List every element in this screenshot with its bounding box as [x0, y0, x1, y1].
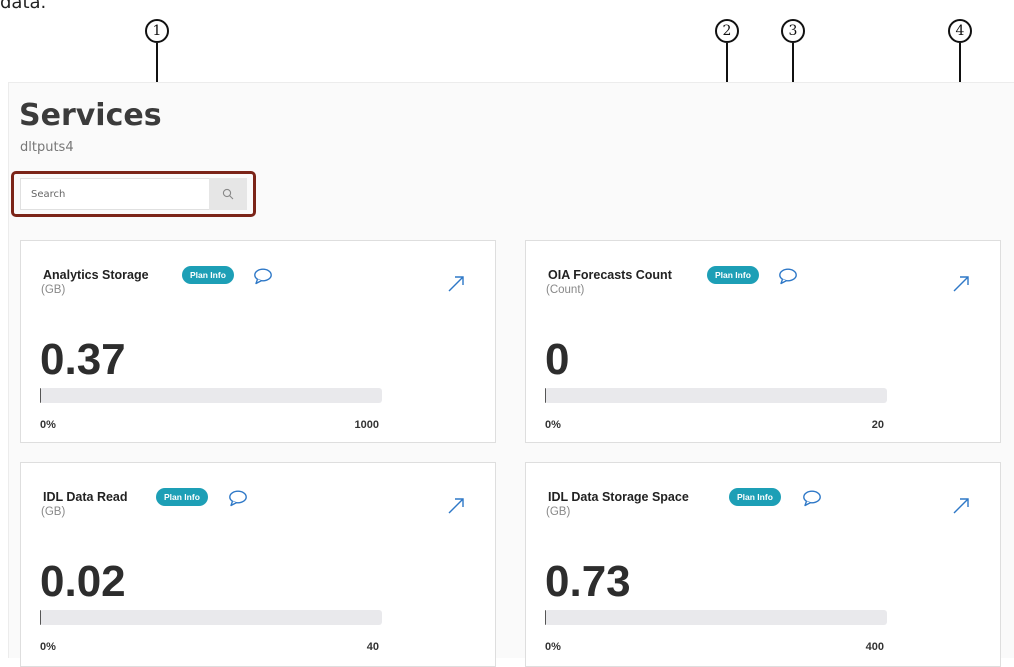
usage-value: 0.73 [545, 557, 631, 606]
card-title: OIA Forecasts Count [548, 268, 672, 282]
comment-icon[interactable] [802, 490, 822, 507]
comment-icon[interactable] [228, 490, 248, 507]
service-card: IDL Data Storage Space Plan Info (GB) 0.… [525, 462, 1001, 667]
usage-value: 0.02 [40, 557, 126, 606]
search-input[interactable] [20, 178, 210, 210]
min-label: 0% [545, 641, 561, 653]
card-title: IDL Data Read [43, 490, 128, 504]
expand-arrow-icon[interactable] [952, 497, 970, 515]
card-title: Analytics Storage [43, 268, 149, 282]
page-subtitle: dltputs4 [20, 140, 74, 155]
expand-arrow-icon[interactable] [447, 497, 465, 515]
plan-info-badge[interactable]: Plan Info [729, 488, 781, 506]
max-label: 400 [865, 641, 884, 653]
callout-4: 4 [948, 19, 972, 43]
comment-icon[interactable] [253, 268, 273, 285]
card-unit: (Count) [546, 284, 585, 296]
max-label: 1000 [354, 419, 379, 431]
card-unit: (GB) [41, 506, 66, 518]
expand-arrow-icon[interactable] [952, 275, 970, 293]
max-label: 20 [871, 419, 884, 431]
search-button[interactable] [209, 178, 247, 210]
plan-info-badge[interactable]: Plan Info [707, 266, 759, 284]
expand-arrow-icon[interactable] [447, 275, 465, 293]
usage-progress-bar [545, 388, 887, 403]
caption-fragment: data. [0, 0, 47, 13]
plan-info-badge[interactable]: Plan Info [182, 266, 234, 284]
usage-progress-bar [40, 610, 382, 625]
min-label: 0% [40, 419, 56, 431]
max-label: 40 [366, 641, 379, 653]
callout-3: 3 [781, 19, 805, 43]
callout-1: 1 [145, 19, 169, 43]
card-title: IDL Data Storage Space [548, 490, 689, 504]
search-icon [222, 188, 234, 200]
usage-progress-fill [545, 388, 546, 403]
plan-info-badge[interactable]: Plan Info [156, 488, 208, 506]
usage-value: 0.37 [40, 335, 126, 384]
usage-progress-fill [40, 388, 41, 403]
card-unit: (GB) [546, 506, 571, 518]
min-label: 0% [545, 419, 561, 431]
service-card: Analytics Storage Plan Info (GB) 0.37 0%… [20, 240, 496, 443]
usage-progress-bar [545, 610, 887, 625]
usage-progress-bar [40, 388, 382, 403]
page-title: Services [19, 98, 162, 133]
comment-icon[interactable] [778, 268, 798, 285]
callout-2: 2 [715, 19, 739, 43]
card-unit: (GB) [41, 284, 66, 296]
usage-progress-fill [545, 610, 546, 625]
usage-value: 0 [545, 335, 570, 384]
service-card: IDL Data Read Plan Info (GB) 0.02 0% 40 [20, 462, 496, 667]
usage-progress-fill [40, 610, 41, 625]
min-label: 0% [40, 641, 56, 653]
service-card: OIA Forecasts Count Plan Info (Count) 0 … [525, 240, 1001, 443]
